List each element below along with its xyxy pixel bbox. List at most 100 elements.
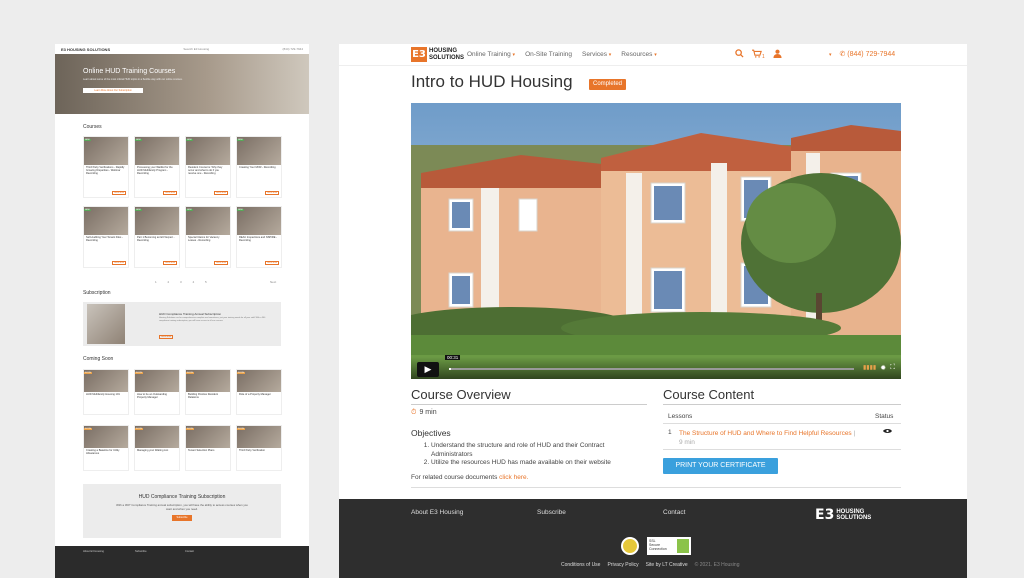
footer-about-link[interactable]: About E3 Housing	[411, 509, 463, 516]
overview-page-preview: E3 HOUSING SOLUTIONS Search E3 Housing (…	[55, 44, 309, 578]
phone-icon: ✆	[839, 51, 846, 58]
print-certificate-button[interactable]: PRINT YOUR CERTIFICATE	[663, 458, 778, 474]
lock-icon	[677, 539, 689, 553]
mini-subscription-image	[87, 304, 125, 344]
eye-icon[interactable]	[883, 428, 892, 436]
mini-course-card[interactable]: NEW Creating Your MOR - Recording Learn Mo…	[236, 136, 282, 198]
mini-pager-next[interactable]: Next	[270, 280, 276, 284]
mini-coming-card[interactable]: SOON Creating a Baseline for Utility Allo…	[83, 425, 129, 471]
mini-coming-card[interactable]: SOON Role of a Property Manager	[236, 369, 282, 415]
mini-search[interactable]: Search E3 Housing	[183, 47, 209, 51]
conditions-link[interactable]: Conditions of Use	[561, 562, 600, 568]
mini-footer-contact[interactable]: Contact	[185, 550, 194, 553]
mini-phone[interactable]: (844) 729-7944	[282, 47, 303, 51]
related-documents: For related course documents click here.	[411, 474, 529, 481]
fullscreen-icon[interactable]: ⛶	[890, 364, 895, 372]
mini-footer-about[interactable]: About E3 Housing	[83, 550, 104, 553]
video-progress-fill	[449, 368, 452, 370]
mini-course-card[interactable]: NEW Part 1 Becoming an EIV Expert - Recor…	[134, 206, 180, 268]
clock-icon: ⏱	[411, 409, 417, 416]
logo-text: HOUSING SOLUTIONS	[429, 48, 465, 61]
mini-course-card[interactable]: NEW Self-Auditing Your Tenant Files - Rec…	[83, 206, 129, 268]
logo-mark: E3	[411, 47, 427, 62]
settings-gear-icon[interactable]: ✹	[880, 364, 886, 372]
mini-coming-card[interactable]: SOON Building Positive Resident Relations	[185, 369, 231, 415]
page-title: Intro to HUD Housing	[411, 72, 573, 91]
phone-number: (844) 729-7944	[847, 51, 896, 58]
header-phone[interactable]: ▾ ✆ (844) 729-7944	[829, 50, 895, 58]
volume-icon[interactable]: ▮▮▮▮	[863, 364, 876, 372]
mini-course-card[interactable]: NEW Third Party Verifications - Rapidly G…	[83, 136, 129, 198]
mini-hero-title: Online HUD Training Courses	[83, 68, 176, 75]
lessons-column-header: Lessons	[668, 413, 693, 420]
menu-item-resources[interactable]: Resources ▾	[621, 51, 656, 58]
site-credit-link[interactable]: Site by LT Creative	[646, 562, 688, 568]
course-duration: ⏱ 9 min	[411, 409, 437, 416]
objectives-list: Understand the structure and role of HUD…	[421, 442, 636, 468]
footer-logo[interactable]: E3 HOUSING SOLUTIONS	[815, 507, 871, 523]
course-overview-title: Course Overview	[411, 387, 511, 402]
user-icon[interactable]	[773, 49, 782, 60]
mini-hero-sub: Learn about some of the most critical HU…	[83, 78, 183, 81]
course-page: E3 HOUSING SOLUTIONS Online Training ▾ On…	[339, 44, 967, 578]
video-thumbnail-building	[411, 103, 901, 379]
lesson-link[interactable]: The Structure of HUD and Where to Find H…	[679, 429, 859, 447]
mini-coming-card[interactable]: SOON How to be an Outstanding Property Ma…	[134, 369, 180, 415]
play-icon[interactable]: ▶	[417, 362, 439, 377]
video-player[interactable]: ▶ 00:31 ▮▮▮▮ ✹ ⛶	[411, 103, 901, 379]
mini-sub-title: HUD Compliance Training Annual Subscript…	[159, 312, 222, 316]
lesson-number: 1	[668, 429, 672, 436]
footer-links: Conditions of Use Privacy Policy Site by…	[561, 562, 739, 568]
mini-course-card[interactable]: NEW Resident Concerns: Why they occur and…	[185, 136, 231, 198]
mini-courses-heading: Courses	[83, 124, 102, 130]
divider	[411, 487, 901, 488]
mini-cta-button[interactable]: Subscribe	[172, 515, 192, 521]
video-controls: ▶ 00:31 ▮▮▮▮ ✹ ⛶	[411, 355, 901, 379]
chevron-down-icon: ▾	[654, 52, 657, 58]
menu-item-onsite-training[interactable]: On-Site Training	[525, 51, 572, 58]
mini-subscription-heading: Subscription	[83, 290, 111, 296]
mini-course-card[interactable]: NEW Processing your Waitlist for the HUD …	[134, 136, 180, 198]
cart-icon[interactable]: 1	[752, 49, 765, 60]
mini-course-card[interactable]: NEW Special Claims for Vacancy Losses - R…	[185, 206, 231, 268]
mini-cta-title: HUD Compliance Training Subscription	[138, 494, 226, 500]
mini-coming-soon-heading: Coming Soon	[83, 356, 114, 362]
menu-item-services[interactable]: Services ▾	[582, 51, 611, 58]
footer-contact-link[interactable]: Contact	[663, 509, 685, 516]
menu-item-online-training[interactable]: Online Training ▾	[467, 51, 515, 58]
mini-footer-subscribe[interactable]: Subscribe	[135, 550, 147, 553]
video-timestamp: 00:31	[445, 355, 461, 360]
objective-item: Understand the structure and role of HUD…	[431, 442, 636, 459]
status-badge: Completed	[589, 79, 627, 90]
mini-logo[interactable]: E3 HOUSING SOLUTIONS	[61, 47, 110, 52]
mini-footer: About E3 Housing Subscribe Contact	[55, 546, 309, 578]
mini-coming-card[interactable]: SOON Tenant Selection Plans	[185, 425, 231, 471]
mini-sub-button[interactable]: Learn More	[159, 335, 173, 339]
mini-cta-box: HUD Compliance Training Subscription Wit…	[83, 484, 281, 538]
cart-count: 1	[762, 54, 765, 60]
ssl-seal: SSL Secure Connection	[647, 537, 691, 555]
privacy-link[interactable]: Privacy Policy	[607, 562, 638, 568]
chevron-down-icon: ▾	[512, 52, 516, 58]
mini-pager[interactable]: 1 2 3 4 5	[155, 280, 212, 284]
chevron-down-icon: ▾	[608, 52, 612, 58]
mini-sub-desc: Housing Solutions can be comprehensive c…	[159, 317, 266, 322]
mini-coming-card[interactable]: SOON Managing your Waiting List	[134, 425, 180, 471]
top-navigation: E3 HOUSING SOLUTIONS Online Training ▾ On…	[339, 44, 967, 66]
mini-coming-card[interactable]: SOON Third Party Verification	[236, 425, 282, 471]
footer-subscribe-link[interactable]: Subscribe	[537, 509, 566, 516]
divider	[663, 449, 901, 450]
mini-course-card[interactable]: NEW REAC Inspections and NSPIRE - Recordi…	[236, 206, 282, 268]
related-documents-link[interactable]: click here.	[499, 474, 528, 481]
site-logo[interactable]: E3 HOUSING SOLUTIONS	[411, 47, 464, 62]
mini-nav: E3 HOUSING SOLUTIONS Search E3 Housing (…	[55, 44, 309, 54]
trust-seal-icon	[621, 537, 639, 555]
objective-item: Utilize the resources HUD has made avail…	[431, 459, 636, 468]
chevron-down-icon: ▾	[829, 52, 832, 58]
mini-cta-text: With a 360° Compliance Training annual s…	[116, 503, 248, 511]
search-icon[interactable]	[735, 49, 744, 60]
mini-hero-button[interactable]: Learn More About Our Subscription	[83, 88, 143, 93]
copyright: © 2021. E3 Housing	[694, 562, 740, 568]
mini-coming-card[interactable]: SOON HUD Multifamily Housing 101	[83, 369, 129, 415]
video-progress-bar[interactable]	[449, 368, 854, 370]
